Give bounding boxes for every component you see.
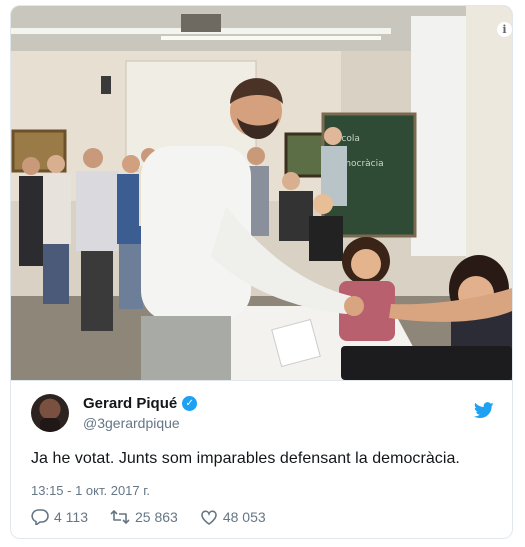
avatar[interactable] <box>31 394 69 432</box>
like-button[interactable]: 48 053 <box>200 509 266 525</box>
heart-icon <box>201 510 217 525</box>
info-icon[interactable]: i <box>497 22 512 37</box>
like-count: 48 053 <box>222 509 266 525</box>
tweet-timestamp[interactable]: 13:15 - 1 окт. 2017 г. <box>31 483 150 498</box>
reply-button[interactable]: 4 113 <box>31 509 88 525</box>
reply-count: 4 113 <box>54 509 88 525</box>
tweet-text: Ja he votat. Junts som imparables defens… <box>31 450 460 467</box>
tweet-photo[interactable]: Escola democràcia i <box>11 6 512 381</box>
tweet-actions: 4 113 25 863 48 053 <box>31 509 288 525</box>
twitter-bird-icon[interactable] <box>474 402 494 419</box>
retweet-button[interactable]: 25 863 <box>110 509 178 525</box>
author-name[interactable]: Gerard Piqué <box>83 395 177 412</box>
reply-icon <box>31 509 49 525</box>
tweet-author[interactable]: Gerard Piqué ✓ @3gerardpique <box>31 394 491 434</box>
retweet-icon <box>110 510 130 524</box>
verified-badge-icon: ✓ <box>182 396 198 411</box>
author-handle[interactable]: @3gerardpique <box>83 415 180 431</box>
retweet-count: 25 863 <box>135 509 178 525</box>
tweet-card[interactable]: Escola democràcia i Gerard Piqué ✓ @3ger… <box>10 5 513 539</box>
